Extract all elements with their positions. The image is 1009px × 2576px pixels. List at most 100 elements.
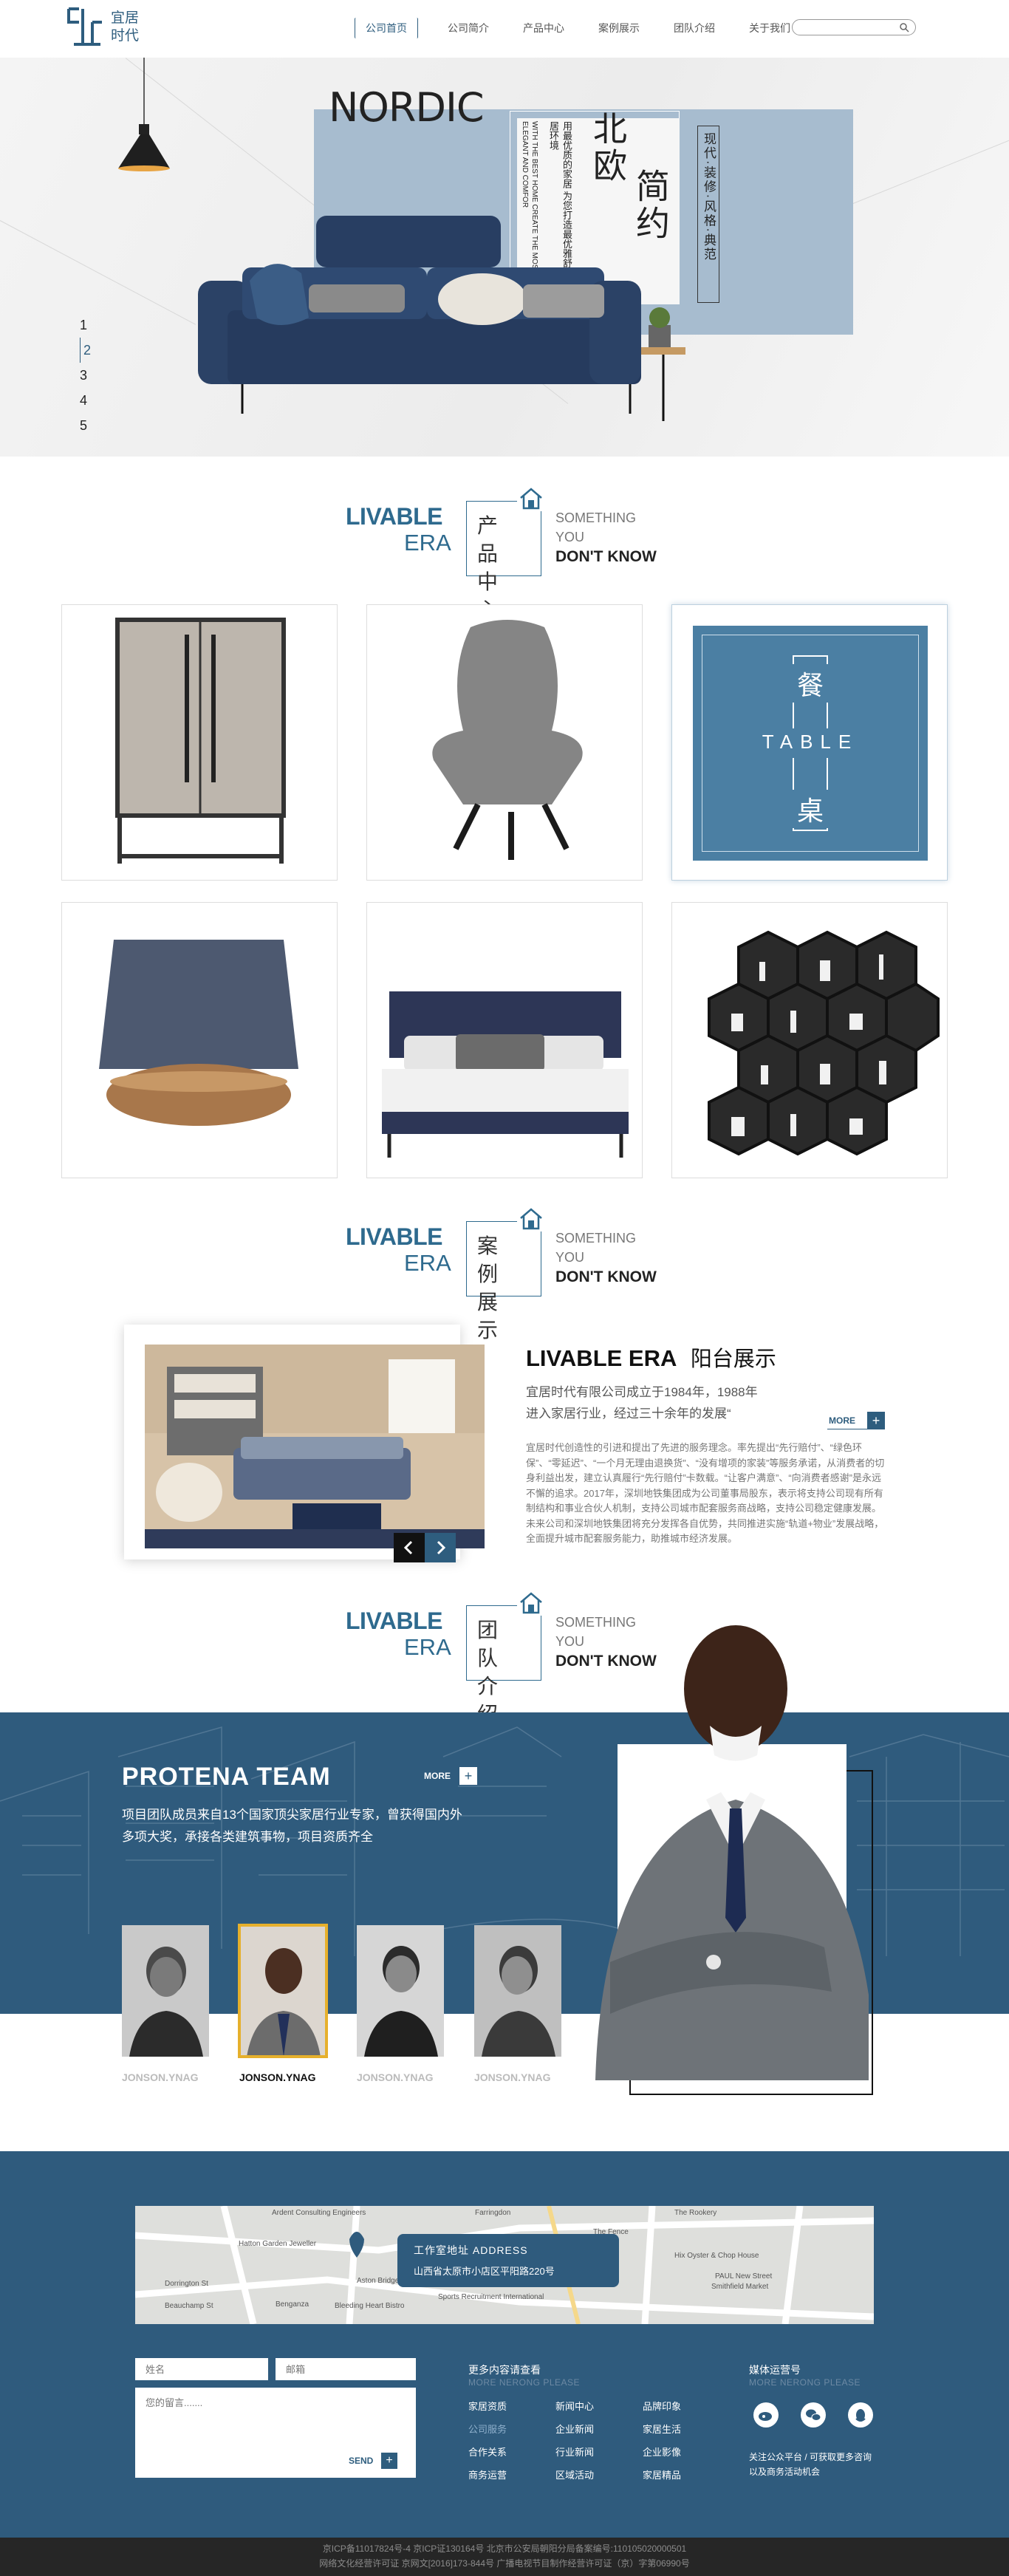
team-member-photo[interactable] xyxy=(357,1925,444,2057)
weibo-icon[interactable] xyxy=(753,2402,779,2428)
map-label: Hatton Garden Jeweller xyxy=(239,2240,317,2248)
wechat-icon[interactable] xyxy=(801,2402,826,2428)
media-column-title: 媒体运营号 xyxy=(749,2364,801,2376)
team-more-label: MORE xyxy=(424,1771,451,1781)
footer-link-active[interactable]: 公司服务 xyxy=(468,2422,507,2436)
hero-slide-pager: 1 2 3 4 5 xyxy=(80,312,91,438)
cabinet-image xyxy=(115,618,286,864)
team-member-name: JONSON.YNAG xyxy=(122,2071,199,2083)
nav-about[interactable]: 公司简介 xyxy=(443,18,493,38)
product-card-cabinet[interactable] xyxy=(61,604,338,881)
case-prev-button[interactable] xyxy=(394,1533,425,1562)
logo-icon[interactable] xyxy=(66,6,105,50)
nav-team[interactable]: 团队介绍 xyxy=(669,18,719,38)
nav-products[interactable]: 产品中心 xyxy=(519,18,569,38)
section-dont-know: DON'T KNOW xyxy=(555,548,657,565)
product-card-table-featured[interactable]: 餐 TABLE 桌 xyxy=(671,604,948,881)
map-label: Smithfield Market xyxy=(711,2283,769,2291)
table-en-label: TABLE xyxy=(762,731,859,753)
footer-link[interactable]: 企业影像 xyxy=(643,2445,681,2459)
section-cn-box: 产品中心 xyxy=(466,501,541,622)
footer-link[interactable]: 商务运营 xyxy=(468,2467,507,2481)
product-card-shelf[interactable] xyxy=(671,902,948,1178)
follow-line-2: 以及商务活动机会 xyxy=(749,2467,821,2477)
hero-nordic-title: NORDIC xyxy=(329,84,485,131)
section-cn: 案例展示 xyxy=(477,1234,509,1342)
member-4-image xyxy=(474,1925,561,2057)
send-button[interactable]: SEND + xyxy=(349,2453,400,2469)
nav-contact[interactable]: 关于我们 xyxy=(745,18,795,38)
qq-icon[interactable] xyxy=(848,2402,873,2428)
team-desc-line-1: 项目团队成员来自13个国家顶尖家居行业专家，曾获得国内外 xyxy=(122,1808,462,1822)
product-card-lamp[interactable] xyxy=(61,902,338,1178)
footer-link[interactable]: 家居生活 xyxy=(643,2422,681,2436)
slide-3[interactable]: 3 xyxy=(80,363,91,388)
search-icon[interactable] xyxy=(899,22,909,33)
map-label: Beauchamp St xyxy=(165,2302,213,2310)
map-label: The Rookery xyxy=(674,2209,717,2217)
slide-2[interactable]: 2 xyxy=(80,338,91,363)
hero-title-cn-1: 北欧 xyxy=(589,111,627,185)
case-more-button[interactable]: MORE + xyxy=(827,1412,885,1429)
footer-link[interactable]: 家居资质 xyxy=(468,2399,507,2413)
pendant-lamp-image xyxy=(118,58,170,171)
section-dont-know: DON'T KNOW xyxy=(555,1268,657,1285)
footer-link[interactable]: 新闻中心 xyxy=(555,2399,594,2413)
slide-4[interactable]: 4 xyxy=(80,388,91,413)
logo-line-2: 时代 xyxy=(111,27,140,44)
team-member-name: JONSON.YNAG xyxy=(357,2071,434,2083)
nav-home[interactable]: 公司首页 xyxy=(355,18,418,38)
case-intro-line-2: 进入家居行业，经过三十余年的发展“ xyxy=(526,1407,731,1421)
armchair-image xyxy=(432,620,583,860)
links-column-title: 更多内容请查看 xyxy=(468,2364,541,2376)
copyright-line-2: 网络文化经营许可证 京网文[2016]173-844号 广播电视节目制作经营许可… xyxy=(319,2558,690,2569)
team-member-name: JONSON.YNAG xyxy=(474,2071,551,2083)
footer-link[interactable]: 家居精品 xyxy=(643,2467,681,2481)
case-title-cn: 阳台展示 xyxy=(690,1347,776,1371)
nav-cases[interactable]: 案例展示 xyxy=(594,18,644,38)
footer-link[interactable]: 行业新闻 xyxy=(555,2445,594,2459)
footer-link[interactable]: 企业新闻 xyxy=(555,2422,594,2436)
products-section-title: LIVABLE ERA 产品中心 SOMETHING YOU DON'T KNO… xyxy=(0,480,1009,622)
product-card-bed[interactable] xyxy=(366,902,643,1178)
featured-member-image xyxy=(595,1625,869,2080)
map-label: PAUL New Street xyxy=(715,2272,773,2281)
map-label: Ardent Consulting Engineers xyxy=(272,2209,366,2217)
slide-1[interactable]: 1 xyxy=(80,312,91,338)
section-livable: LIVABLE xyxy=(346,1223,443,1250)
address-text: 山西省太原市小店区平阳路220号 xyxy=(414,2266,555,2277)
section-something-text: SOMETHING xyxy=(555,1231,637,1246)
sofa-image xyxy=(198,216,685,421)
footer-link[interactable]: 品牌印象 xyxy=(643,2399,681,2413)
name-input[interactable] xyxy=(135,2358,268,2380)
team-more-button[interactable]: MORE + xyxy=(423,1767,480,1785)
map-label: Dorrington St xyxy=(165,2280,208,2288)
lamp-image xyxy=(99,940,298,1126)
logo-line-1: 宜居 xyxy=(111,10,140,26)
hero-banner: NORDIC WITH THE BEST HOME CREATE THE MOS… xyxy=(0,58,1009,457)
map-label: Farringdon xyxy=(475,2209,511,2217)
slide-5[interactable]: 5 xyxy=(80,413,91,438)
media-column-subtitle: MORE NERONG PLEASE xyxy=(749,2377,861,2388)
table-cn-top: 餐 xyxy=(790,664,830,703)
team-member-photo[interactable] xyxy=(474,1925,561,2057)
footer-link[interactable]: 合作关系 xyxy=(468,2445,507,2459)
house-icon xyxy=(517,486,545,511)
email-input[interactable] xyxy=(276,2358,416,2380)
member-3-image xyxy=(357,1925,444,2057)
team-member-photo[interactable] xyxy=(122,1925,209,2057)
section-cn-box: 团队介绍 xyxy=(466,1605,541,1726)
send-label: SEND xyxy=(349,2456,374,2466)
team-member-photo-active[interactable] xyxy=(238,1924,328,2058)
case-next-button[interactable] xyxy=(425,1533,456,1562)
follow-line-1: 关注公众平台 / 可获取更多咨询 xyxy=(749,2452,872,2462)
section-era: ERA xyxy=(404,1634,451,1660)
product-card-armchair[interactable] xyxy=(366,604,643,881)
hero-tags: 现代·装修·风格·典范 xyxy=(697,126,719,303)
shelf-image xyxy=(708,930,940,1156)
case-section-title: LIVABLE ERA 案例展示 SOMETHING YOU DON'T KNO… xyxy=(0,1200,1009,1342)
section-livable: LIVABLE xyxy=(346,503,443,530)
footer-link[interactable]: 区域活动 xyxy=(555,2467,594,2481)
map-panel[interactable]: Ardent Consulting Engineers Farringdon T… xyxy=(135,2206,874,2324)
search-input[interactable] xyxy=(793,20,889,35)
